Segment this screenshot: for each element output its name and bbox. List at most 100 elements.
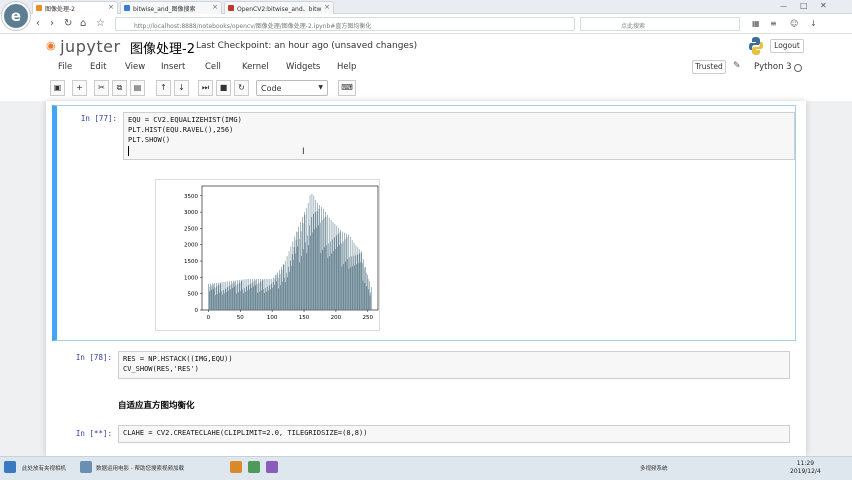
browser-tab-search[interactable]: bitwise_and_图像搜索 × xyxy=(120,1,222,14)
histogram-bar xyxy=(293,259,294,310)
histogram-bar xyxy=(288,266,289,310)
menu-view[interactable]: View xyxy=(125,62,145,72)
histogram-bar xyxy=(313,195,315,310)
notebook-title[interactable]: 图像处理-2 xyxy=(130,38,195,57)
histogram-bar xyxy=(275,274,276,310)
close-icon[interactable]: × xyxy=(108,3,114,11)
histogram-bar xyxy=(224,293,225,310)
app-logo: e xyxy=(2,2,30,30)
taskbar-item-1[interactable]: 此处放有夹视相机 xyxy=(22,464,66,472)
window-close-icon[interactable]: ✕ xyxy=(820,1,827,10)
histogram-bar xyxy=(282,281,283,310)
app-icon[interactable] xyxy=(266,461,278,473)
histogram-bar xyxy=(278,288,280,310)
histogram-bar xyxy=(310,235,311,310)
stop-icon[interactable]: ■ xyxy=(216,80,231,96)
move-up-icon[interactable]: ↑ xyxy=(156,80,171,96)
histogram-bar xyxy=(298,226,299,310)
app-icon[interactable] xyxy=(248,461,260,473)
move-down-icon[interactable]: ↓ xyxy=(174,80,189,96)
histogram-bar xyxy=(221,282,223,310)
menu-cell[interactable]: Cell xyxy=(205,62,221,72)
histogram-bar xyxy=(216,282,217,310)
forward-icon[interactable]: › xyxy=(50,18,54,30)
code-cell-78[interactable]: In [78]: RES = NP.HSTACK((IMG,EQU)) CV_S… xyxy=(52,347,796,383)
window-maximize-icon[interactable]: □ xyxy=(800,1,808,10)
menu-edit[interactable]: Edit xyxy=(90,62,106,72)
histogram-bar xyxy=(234,281,236,310)
histogram-bar xyxy=(265,287,266,310)
pencil-icon[interactable]: ✎ xyxy=(733,61,741,71)
back-icon[interactable]: ‹ xyxy=(36,18,40,30)
reload-icon[interactable]: ↻ xyxy=(64,18,72,30)
histogram-bar xyxy=(325,211,326,310)
app-icon[interactable] xyxy=(80,461,92,473)
keyboard-icon[interactable]: ⌨ xyxy=(338,80,356,96)
star-icon[interactable]: ☆ xyxy=(96,18,105,30)
browser-tab-opencv[interactable]: OpenCV2:bitwise_and、bitw × xyxy=(224,1,334,14)
histogram-bar xyxy=(362,263,363,310)
system-clock[interactable]: 11:29 2019/12/4 xyxy=(790,460,821,476)
trusted-indicator[interactable]: Trusted xyxy=(692,60,726,74)
cut-icon[interactable]: ✂ xyxy=(94,80,109,96)
menu-kernel[interactable]: Kernel xyxy=(242,62,269,72)
close-icon[interactable]: × xyxy=(324,3,330,11)
code-cell-77[interactable]: In [77]: EQU = CV2.EQUALIZEHIST(IMG) PLT… xyxy=(52,105,796,341)
home-icon[interactable]: ⌂ xyxy=(80,18,86,30)
search-input[interactable]: 点此搜索 xyxy=(580,17,740,31)
paste-icon[interactable]: ▤ xyxy=(130,80,145,96)
notebook-page: In [77]: EQU = CV2.EQUALIZEHIST(IMG) PLT… xyxy=(46,101,806,456)
menu-icon[interactable]: ≡ xyxy=(770,18,777,30)
app-icon[interactable] xyxy=(230,461,242,473)
browser-tab-notebook[interactable]: 图像处理-2 × xyxy=(32,1,118,14)
run-icon[interactable]: ⏭ xyxy=(198,80,213,96)
histogram-bar xyxy=(208,283,209,310)
histogram-bar xyxy=(328,217,330,310)
code-editor[interactable]: CLAHE = CV2.CREATECLAHE(CLIPLIMIT=2.0, T… xyxy=(118,425,790,443)
cell-type-select[interactable]: Code ▼ xyxy=(256,80,328,96)
taskbar-item-3[interactable]: 多视频系统 xyxy=(640,464,668,472)
menu-widgets[interactable]: Widgets xyxy=(286,62,320,72)
histogram-bar xyxy=(295,239,297,310)
start-menu-icon[interactable] xyxy=(4,461,16,473)
code-cell-running[interactable]: In [**]: CLAHE = CV2.CREATECLAHE(CLIPLIM… xyxy=(52,421,796,451)
url-input[interactable]: http://localhost:8888/notebooks/opencv/图… xyxy=(115,17,575,31)
user-icon[interactable]: ☺ xyxy=(790,18,798,30)
window-minimize-icon[interactable]: — xyxy=(780,2,787,10)
histogram-bar xyxy=(346,237,348,310)
code-editor[interactable]: RES = NP.HSTACK((IMG,EQU)) CV_SHOW(RES,'… xyxy=(118,351,790,379)
menu-help[interactable]: Help xyxy=(337,62,356,72)
copy-icon[interactable]: ⧉ xyxy=(112,80,127,96)
histogram-bar xyxy=(269,279,271,310)
histogram-bar xyxy=(360,262,361,310)
histogram-bar xyxy=(264,292,266,310)
menu-insert[interactable]: Insert xyxy=(161,62,185,72)
histogram-bar xyxy=(362,280,364,310)
save-icon[interactable]: ▣ xyxy=(50,80,65,96)
download-icon[interactable]: ↓ xyxy=(810,18,817,30)
histogram-bar xyxy=(353,242,355,310)
jupyter-logo[interactable]: ◉ jupyter xyxy=(46,37,121,56)
histogram-bar xyxy=(293,247,295,310)
histogram-bar xyxy=(316,211,318,310)
histogram-bar xyxy=(227,281,229,310)
histogram-bar xyxy=(357,247,359,310)
histogram-bar xyxy=(277,272,278,310)
histogram-bar xyxy=(345,261,347,310)
kernel-name: Python 3 xyxy=(754,62,792,72)
code-editor[interactable]: EQU = CV2.EQUALIZEHIST(IMG) PLT.HIST(EQU… xyxy=(123,112,795,160)
logout-button[interactable]: Logout xyxy=(770,39,804,53)
histogram-bar xyxy=(359,249,361,310)
histogram-bar xyxy=(223,281,225,310)
close-icon[interactable]: × xyxy=(212,3,218,11)
histogram-bar xyxy=(279,269,280,310)
restart-icon[interactable]: ↻ xyxy=(234,80,249,96)
add-cell-icon[interactable]: + xyxy=(72,80,87,96)
histogram-bar xyxy=(330,219,332,310)
histogram-bar xyxy=(339,232,341,310)
menu-file[interactable]: File xyxy=(58,62,72,72)
histogram-bar xyxy=(267,279,269,310)
taskbar-item-2[interactable]: 数据运用电影 - 帮助您搜索视频加载 xyxy=(96,464,184,472)
extensions-icon[interactable]: ▦ xyxy=(752,18,760,30)
histogram-bar xyxy=(254,285,256,310)
